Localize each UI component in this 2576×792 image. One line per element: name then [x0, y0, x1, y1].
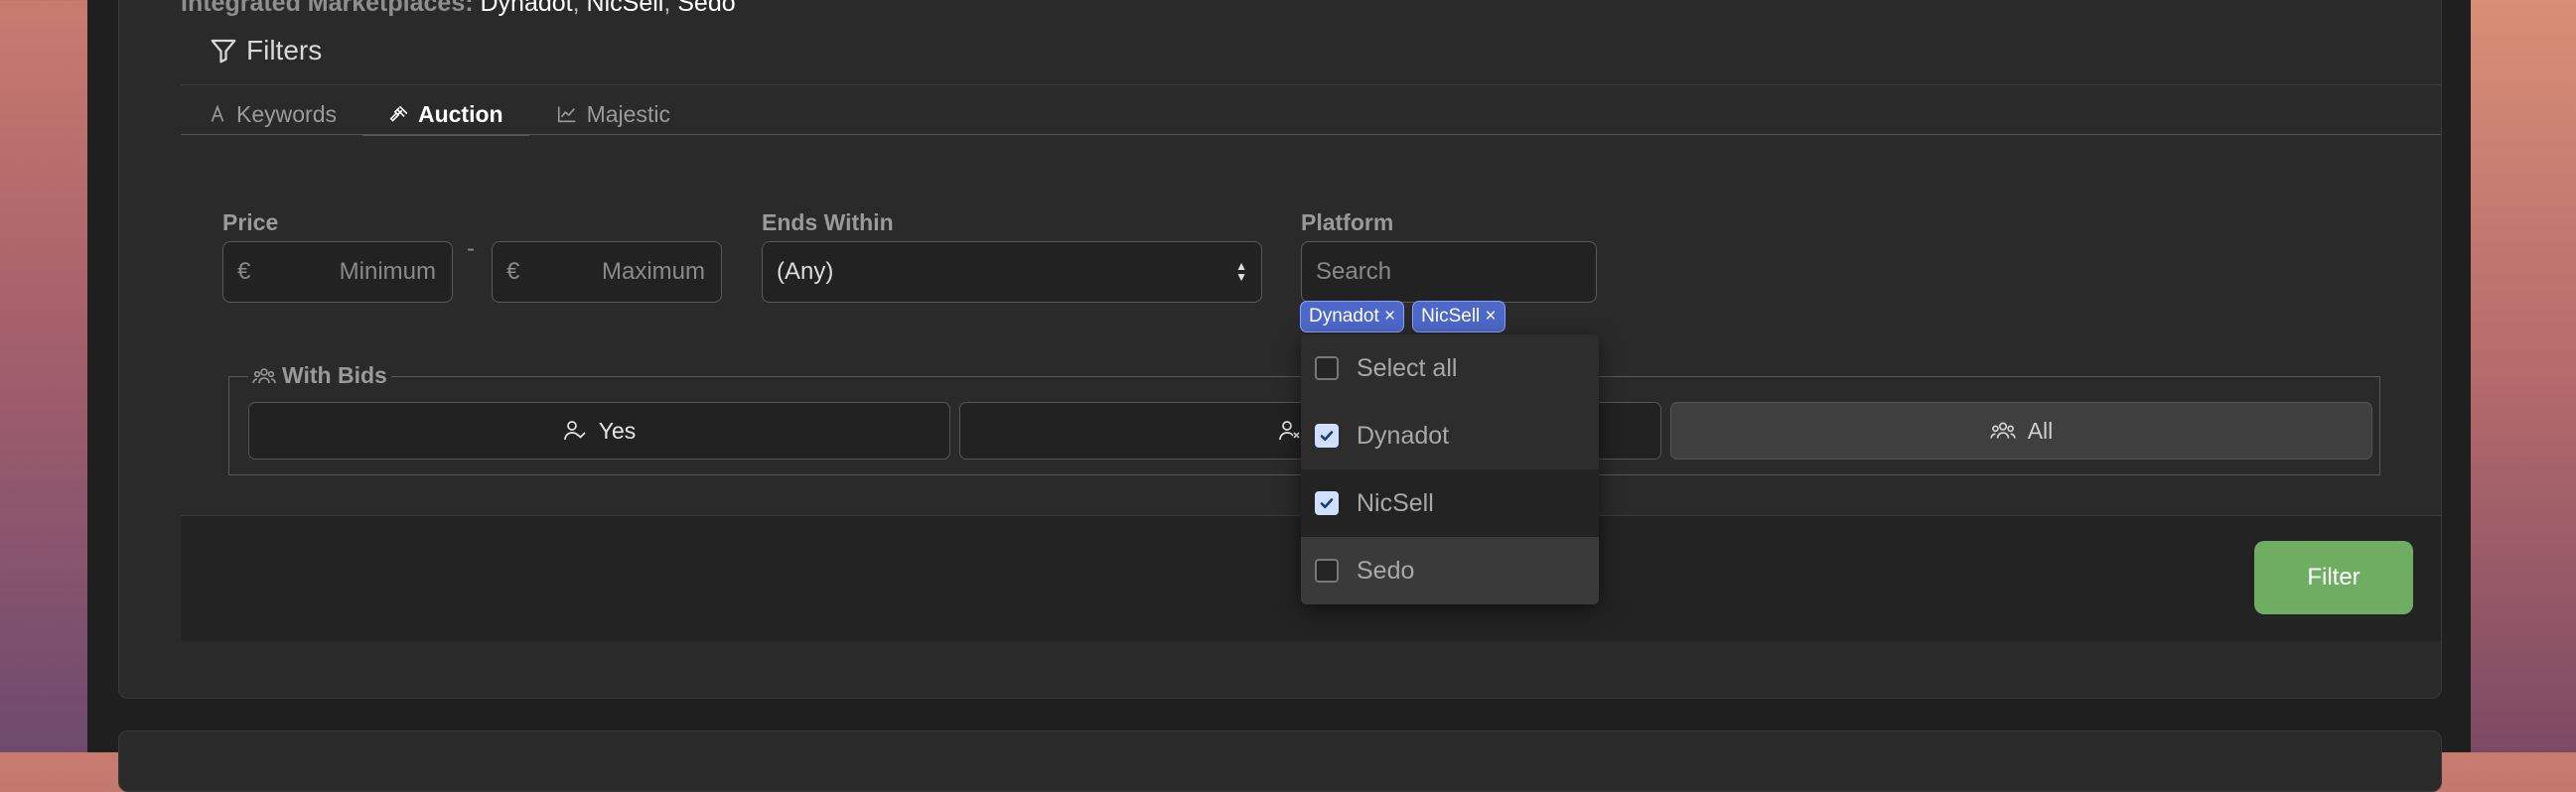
integrated-marketplaces: Integrated Marketplaces: Dynadot, NicSel… [181, 0, 736, 18]
gavel-icon [388, 103, 410, 125]
letter-a-icon [207, 103, 228, 125]
ends-within-value: (Any) [777, 258, 834, 285]
euro-icon: € [237, 258, 251, 285]
price-min-field[interactable]: € [222, 241, 453, 303]
yes-label: Yes [598, 417, 637, 444]
platform-option-select-all[interactable]: Select all [1301, 334, 1599, 402]
checkbox[interactable] [1315, 356, 1339, 380]
marketplaces-label: Integrated Marketplaces: [181, 0, 474, 17]
price-max-input[interactable] [527, 257, 707, 287]
tab-majestic[interactable]: Majestic [529, 94, 696, 134]
platform-chip-nicsell[interactable]: NicSell × [1412, 301, 1505, 332]
users-icon [1989, 420, 2016, 442]
results-card [118, 730, 2442, 792]
filter-tabs: Keywords Auction Majestic [181, 94, 696, 136]
platform-search-field[interactable] [1301, 241, 1597, 303]
with-bids-all-button[interactable]: All [1670, 402, 2372, 460]
option-label: Dynadot [1357, 421, 1450, 450]
with-bids-legend: With Bids [248, 362, 391, 389]
tab-label: Majestic [586, 100, 670, 127]
filters-toggle[interactable]: Filters [209, 35, 322, 66]
funnel-icon [209, 36, 238, 66]
chart-line-icon [555, 103, 579, 125]
tab-label: Auction [417, 100, 503, 127]
price-separator: - [467, 235, 475, 262]
option-label: Sedo [1357, 556, 1415, 585]
option-label: Select all [1357, 353, 1458, 382]
platform-option-nicsell[interactable]: NicSell [1301, 469, 1599, 537]
filters-card: Integrated Marketplaces: Dynadot, NicSel… [118, 0, 2442, 699]
checkbox[interactable] [1315, 559, 1339, 583]
users-icon [252, 366, 276, 386]
tabs-divider [181, 134, 2441, 135]
filters-title: Filters [246, 35, 323, 66]
euro-icon: € [506, 258, 520, 285]
marketplace-sedo: Sedo [677, 0, 736, 17]
desktop-background [2467, 0, 2576, 752]
price-label: Price [222, 209, 279, 235]
option-label: NicSell [1357, 488, 1434, 517]
platform-dropdown: Select all Dynadot NicSell Sedo [1301, 334, 1599, 604]
platform-search-input[interactable] [1314, 257, 1584, 287]
with-bids-yes-button[interactable]: Yes [248, 402, 950, 460]
price-max-field[interactable]: € [492, 241, 722, 303]
checkbox-checked[interactable] [1315, 491, 1339, 515]
with-bids-label: With Bids [282, 362, 387, 388]
divider [181, 84, 2441, 85]
platform-chip-dynadot[interactable]: Dynadot × [1300, 301, 1405, 332]
price-min-input[interactable] [258, 257, 438, 287]
filter-button[interactable]: Filter [2254, 541, 2413, 614]
user-check-icon [563, 420, 587, 442]
user-x-icon [1278, 420, 1302, 442]
ends-within-select[interactable]: (Any) ▲ ▼ [762, 241, 1262, 303]
marketplace-nicsell: NicSell [586, 0, 664, 17]
tab-label: Keywords [236, 100, 337, 127]
platform-option-sedo[interactable]: Sedo [1301, 537, 1599, 604]
marketplace-dynadot: Dynadot [480, 0, 573, 17]
checkbox-checked[interactable] [1315, 424, 1339, 448]
platform-label: Platform [1301, 209, 1394, 235]
platform-chips: Dynadot × NicSell × [1300, 301, 1505, 332]
select-arrows-icon: ▲ ▼ [1235, 259, 1247, 284]
ends-within-label: Ends Within [762, 209, 894, 235]
platform-option-dynadot[interactable]: Dynadot [1301, 402, 1599, 469]
tab-keywords[interactable]: Keywords [181, 94, 362, 134]
tab-auction[interactable]: Auction [361, 94, 529, 136]
all-label: All [2027, 417, 2054, 444]
app-window: Integrated Marketplaces: Dynadot, NicSel… [87, 0, 2471, 792]
